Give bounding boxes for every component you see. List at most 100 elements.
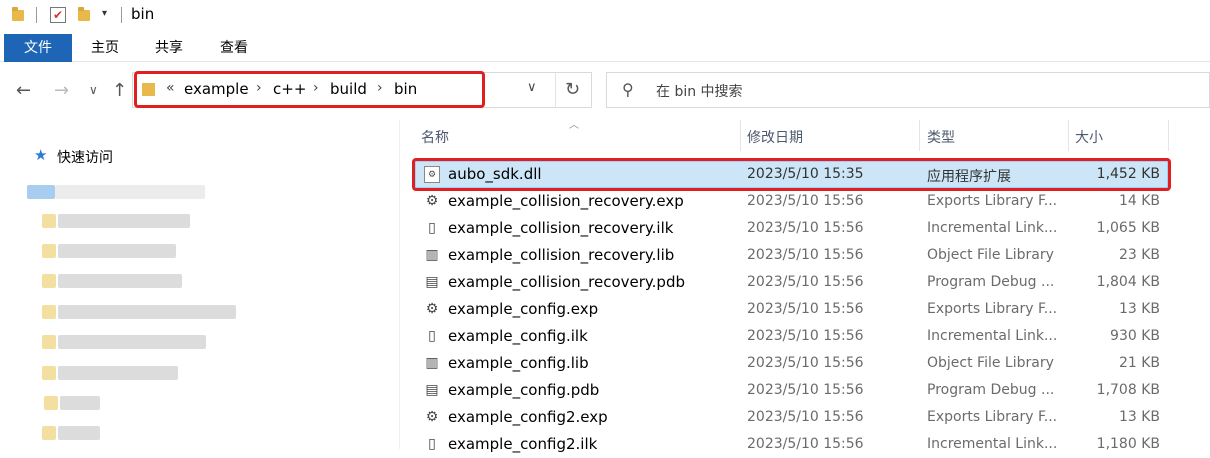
blurred-nav-item[interactable] [58,244,176,258]
file-name: example_config.lib [448,354,589,372]
blurred-nav-item[interactable] [58,305,236,319]
ilk-icon: ▯ [428,328,436,344]
address-dropdown-chevron-icon[interactable]: ∨ [527,80,537,95]
file-type: Exports Library F... [927,301,1058,317]
file-name: example_collision_recovery.lib [448,246,675,264]
file-date: 2023/5/10 15:56 [747,328,864,344]
window-title: bin [131,5,155,23]
blurred-nav-item[interactable] [60,396,100,410]
file-type: Exports Library F... [927,193,1058,209]
file-row[interactable]: ▯ example_config.ilk 2023/5/10 15:56 Inc… [416,323,1168,350]
star-icon: ★ [34,146,48,164]
exp-icon: ⚙ [425,301,439,317]
address-highlight-box [134,71,485,108]
file-type: Incremental Link... [927,220,1058,236]
properties-check-icon[interactable]: ✔ [50,7,66,23]
file-row[interactable]: ▯ example_collision_recovery.ilk 2023/5/… [416,215,1168,242]
blurred-nav-item[interactable] [42,366,56,380]
file-size: 13 KB [1118,301,1160,317]
blurred-nav-item[interactable] [55,185,205,199]
pdb-icon: ▤ [425,274,439,290]
file-type: Incremental Link... [927,328,1058,344]
file-row[interactable]: ⚙ example_collision_recovery.exp 2023/5/… [416,188,1168,215]
forward-arrow-icon[interactable]: → [54,80,69,101]
file-size: 1,065 KB [1096,220,1160,236]
column-divider[interactable] [740,120,741,151]
lib-icon: ▥ [425,355,439,371]
blurred-nav-item[interactable] [58,214,190,228]
ilk-icon: ▯ [428,436,436,452]
file-date: 2023/5/10 15:56 [747,409,864,425]
file-row[interactable]: ▤ example_collision_recovery.pdb 2023/5/… [416,269,1168,296]
file-row[interactable]: ▤ example_config.pdb 2023/5/10 15:56 Pro… [416,377,1168,404]
file-type: Object File Library [927,355,1054,371]
file-row[interactable]: ▥ example_collision_recovery.lib 2023/5/… [416,242,1168,269]
file-name: example_config.pdb [448,381,600,399]
file-row[interactable]: ▥ example_config.lib 2023/5/10 15:56 Obj… [416,350,1168,377]
file-name: example_collision_recovery.ilk [448,219,674,237]
tab-share[interactable]: 共享 [144,34,194,62]
column-divider[interactable] [1168,120,1169,151]
file-name: example_config.ilk [448,327,588,345]
file-name: example_config2.ilk [448,435,598,453]
blurred-nav-item[interactable] [42,214,56,228]
file-date: 2023/5/10 15:56 [747,382,864,398]
customize-toolbar-chevron-icon[interactable]: ▾ [102,8,107,19]
file-date: 2023/5/10 15:56 [747,355,864,371]
blurred-nav-item[interactable] [42,305,56,319]
tab-home[interactable]: 主页 [80,34,130,62]
exp-icon: ⚙ [425,193,439,209]
title-bar: ✔ ▾ bin [0,0,1210,32]
file-name: example_config2.exp [448,408,608,426]
ilk-icon: ▯ [428,220,436,236]
blurred-nav-item[interactable] [42,426,56,440]
up-arrow-icon[interactable]: ↑ [112,80,127,101]
blurred-nav-item[interactable] [58,426,100,440]
tab-view[interactable]: 查看 [209,34,259,62]
recent-locations-chevron-icon[interactable]: ∨ [89,83,98,97]
blurred-nav-item[interactable] [42,335,56,349]
blurred-nav-item[interactable] [58,366,178,380]
file-date: 2023/5/10 15:56 [747,436,864,452]
column-header-date[interactable]: 修改日期 [747,127,803,147]
selected-row-highlight-box [412,158,1171,191]
sidebar-item-quick-access[interactable]: 快速访问 [57,147,113,167]
search-placeholder: 在 bin 中搜索 [656,84,743,100]
column-header-size[interactable]: 大小 [1075,127,1103,147]
file-date: 2023/5/10 15:56 [747,274,864,290]
back-arrow-icon[interactable]: ← [16,80,31,101]
file-size: 1,708 KB [1096,382,1160,398]
toolbar-divider [121,7,122,23]
column-header-name[interactable]: 名称 [421,127,449,147]
sort-ascending-icon: ︿ [569,120,579,131]
file-size: 930 KB [1110,328,1160,344]
file-name: example_collision_recovery.exp [448,192,684,210]
file-row[interactable]: ⚙ example_config2.exp 2023/5/10 15:56 Ex… [416,404,1168,431]
refresh-icon[interactable]: ↻ [565,79,580,100]
blurred-nav-item[interactable] [58,274,182,288]
folder-icon [12,7,24,21]
file-date: 2023/5/10 15:56 [747,220,864,236]
file-row[interactable]: ▯ example_config2.ilk 2023/5/10 15:56 In… [416,431,1168,458]
new-folder-icon[interactable] [78,7,90,21]
column-divider[interactable] [1068,120,1069,151]
column-divider[interactable] [919,120,920,151]
file-row[interactable]: ⚙ example_config.exp 2023/5/10 15:56 Exp… [416,296,1168,323]
blurred-nav-item[interactable] [42,274,56,288]
blurred-nav-item[interactable] [27,185,55,199]
file-type: Object File Library [927,247,1054,263]
file-date: 2023/5/10 15:56 [747,247,864,263]
file-type: Exports Library F... [927,409,1058,425]
column-header-type[interactable]: 类型 [927,127,955,147]
file-date: 2023/5/10 15:56 [747,301,864,317]
blurred-nav-item[interactable] [44,396,58,410]
tab-file[interactable]: 文件 [4,34,72,62]
blurred-nav-item[interactable] [58,335,206,349]
blurred-nav-item[interactable] [42,244,56,258]
file-date: 2023/5/10 15:56 [747,193,864,209]
file-size: 1,180 KB [1096,436,1160,452]
pdb-icon: ▤ [425,382,439,398]
file-type: Program Debug ... [927,274,1055,290]
file-size: 13 KB [1118,409,1160,425]
lib-icon: ▥ [425,247,439,263]
